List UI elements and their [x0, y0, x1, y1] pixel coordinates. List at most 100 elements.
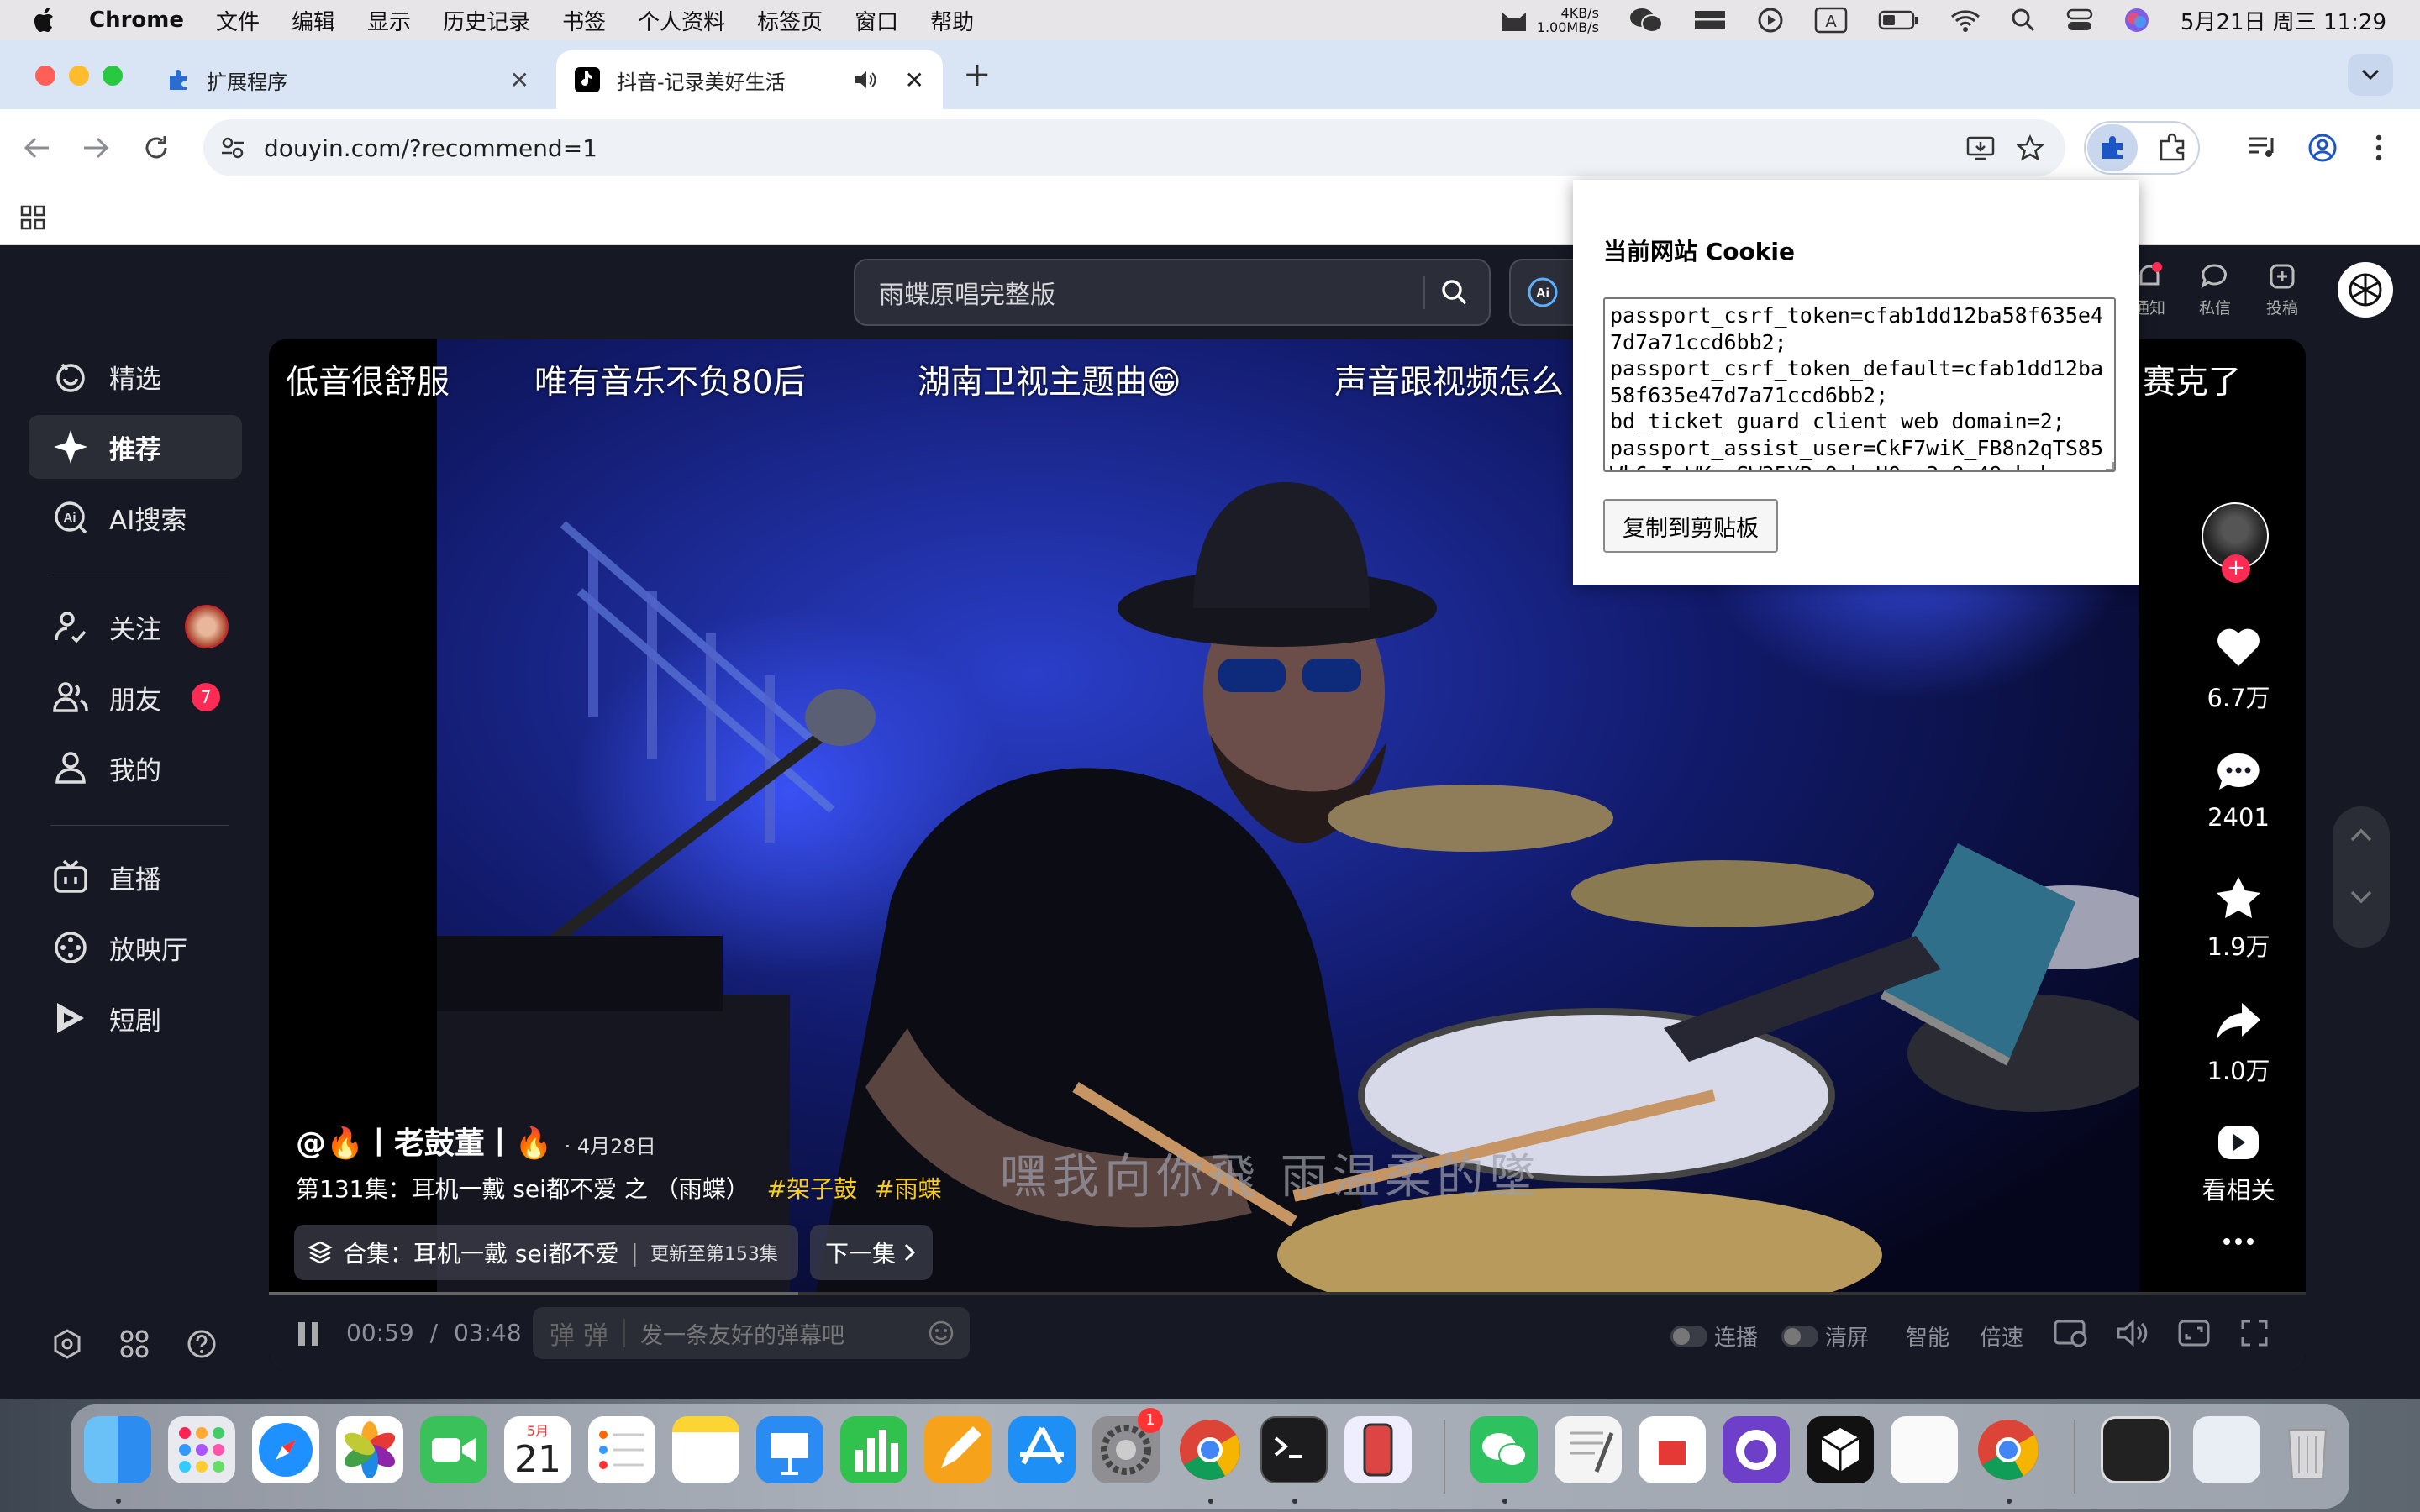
nav-follow[interactable]: 关注	[29, 595, 242, 659]
related-button[interactable]: 看相关	[2180, 1124, 2297, 1206]
help-icon[interactable]	[187, 1329, 217, 1359]
copy-to-clipboard-button[interactable]: 复制到剪贴板	[1603, 499, 1778, 553]
wifi-icon[interactable]	[1950, 8, 1981, 32]
next-episode-button[interactable]: 下一集	[810, 1225, 934, 1280]
battery-icon[interactable]	[1878, 9, 1920, 31]
bookmark-star-icon[interactable]	[2017, 134, 2044, 161]
numbers-icon[interactable]	[840, 1416, 908, 1483]
new-tab-button[interactable]: +	[963, 55, 992, 94]
tab-search-button[interactable]	[2348, 54, 2393, 96]
minimized-window-thumbnail[interactable]	[2101, 1416, 2171, 1483]
menu-file[interactable]: 文件	[216, 5, 260, 36]
close-window-button[interactable]	[35, 66, 55, 86]
hashtag[interactable]: #雨蝶	[875, 1175, 941, 1203]
back-button[interactable]	[22, 133, 52, 163]
share-button[interactable]: 1.0万	[2180, 1000, 2297, 1087]
chrome-app-icon[interactable]	[1975, 1416, 2042, 1483]
user-avatar[interactable]	[2338, 262, 2393, 318]
tab-extensions[interactable]: 扩展程序 ✕	[148, 50, 546, 109]
input-method-icon[interactable]: A	[1814, 7, 1848, 34]
nav-live[interactable]: 直播	[29, 845, 242, 909]
chevron-down-icon[interactable]	[2349, 889, 2373, 906]
reminders-icon[interactable]	[588, 1416, 655, 1483]
extensions-menu-icon[interactable]	[2158, 133, 2188, 163]
more-button[interactable]	[2180, 1236, 2297, 1247]
menu-app-name[interactable]: Chrome	[89, 8, 184, 33]
menu-help[interactable]: 帮助	[930, 5, 974, 36]
search-icon[interactable]	[1440, 278, 1469, 307]
menu-history[interactable]: 历史记录	[443, 5, 530, 36]
menu-profiles[interactable]: 个人资料	[638, 5, 725, 36]
chrome-menu-icon[interactable]	[2375, 133, 2383, 163]
cookie-textarea[interactable]: passport_csrf_token=cfab1dd12ba58f635e47…	[1603, 297, 2116, 472]
like-button[interactable]: 6.7万	[2180, 627, 2297, 714]
url-text[interactable]: douyin.com/?recommend=1	[264, 134, 597, 162]
apps-icon[interactable]	[119, 1329, 150, 1359]
menu-edit[interactable]: 编辑	[292, 5, 335, 36]
speed-button[interactable]: 倍速	[1980, 1320, 2023, 1352]
wechat-app-icon[interactable]	[1470, 1416, 1538, 1483]
comment-button[interactable]: 2401	[2180, 751, 2297, 832]
nav-recommend[interactable]: 推荐	[29, 415, 242, 479]
network-speed[interactable]: 4KB/s 1.00MB/s	[1537, 6, 1599, 34]
launchpad-icon[interactable]	[168, 1416, 235, 1483]
menu-bookmarks[interactable]: 书签	[562, 5, 606, 36]
search-box[interactable]: 雨蝶原唱完整版	[854, 259, 1491, 326]
danmu-settings-icon[interactable]: 弹	[583, 1315, 608, 1352]
nav-ai-search[interactable]: Ai AI搜索	[29, 486, 242, 549]
favorite-button[interactable]: 1.9万	[2180, 875, 2297, 963]
textedit-icon[interactable]	[1555, 1416, 1622, 1483]
forward-button[interactable]	[81, 133, 111, 163]
nav-theater[interactable]: 放映厅	[29, 916, 242, 979]
siri-icon[interactable]	[2123, 7, 2150, 34]
upload-button[interactable]: 投稿	[2257, 262, 2307, 318]
control-center-icon[interactable]	[2066, 8, 2093, 33]
danmu-toggle-icon[interactable]: 弹	[550, 1315, 575, 1352]
photos-icon[interactable]	[336, 1416, 403, 1483]
wechat-icon[interactable]	[1629, 7, 1663, 34]
danmu-input-box[interactable]: 弹 弹 发一条友好的弹幕吧	[533, 1307, 970, 1359]
speaker-icon[interactable]	[854, 69, 877, 91]
terminal-icon[interactable]	[1260, 1416, 1328, 1483]
clear-screen-toggle[interactable]: 清屏	[1781, 1320, 1869, 1352]
toggle-switch[interactable]	[1781, 1325, 1818, 1347]
notes-icon[interactable]	[672, 1416, 739, 1483]
danmu-input[interactable]: 发一条友好的弹幕吧	[640, 1317, 844, 1350]
app-store-icon[interactable]	[1008, 1416, 1076, 1483]
author-name[interactable]: @🔥丨老鼓董丨🔥	[296, 1119, 553, 1163]
toggle-switch[interactable]	[1670, 1325, 1707, 1347]
web-fullscreen-icon[interactable]	[2178, 1319, 2210, 1347]
nav-me[interactable]: 我的	[29, 736, 242, 800]
collection-chip[interactable]: 合集：耳机一戴 sei都不爱 | 更新至第153集	[294, 1225, 798, 1280]
fullscreen-icon[interactable]	[2240, 1319, 2269, 1347]
trash-icon[interactable]	[2274, 1416, 2341, 1483]
textarea-resize-handle[interactable]	[2106, 462, 2114, 470]
iphone-mirroring-icon[interactable]	[1344, 1416, 1412, 1483]
emoji-icon[interactable]	[928, 1320, 955, 1347]
nav-featured[interactable]: 精选	[29, 344, 242, 408]
hashtag[interactable]: #架子鼓	[767, 1175, 857, 1203]
site-info-icon[interactable]	[220, 135, 245, 160]
close-tab-icon[interactable]: ✕	[510, 66, 529, 94]
address-bar[interactable]: douyin.com/?recommend=1	[203, 119, 2065, 176]
drive-icon[interactable]	[1693, 8, 1727, 33]
settings-icon[interactable]	[52, 1329, 82, 1359]
active-extension-icon[interactable]	[2087, 124, 2138, 171]
menu-window[interactable]: 窗口	[855, 5, 898, 36]
facetime-icon[interactable]	[420, 1416, 487, 1483]
nav-short-drama[interactable]: 短剧	[29, 986, 242, 1050]
menu-tab[interactable]: 标签页	[757, 5, 823, 36]
safari-icon[interactable]	[252, 1416, 319, 1483]
install-app-icon[interactable]	[1966, 135, 1995, 160]
blank-document-icon[interactable]	[1891, 1416, 1958, 1483]
spotlight-icon[interactable]	[2011, 8, 2036, 33]
reload-button[interactable]	[141, 133, 171, 163]
clock[interactable]: 5月21日 周三 11:29	[2181, 5, 2386, 36]
nav-friends[interactable]: 朋友 7	[29, 665, 242, 729]
pip-icon[interactable]	[2054, 1319, 2087, 1347]
media-controls-icon[interactable]	[2247, 134, 2277, 161]
calendar-icon[interactable]: 5月 21	[504, 1416, 571, 1483]
play-circle-icon[interactable]	[1757, 7, 1784, 34]
messages-button[interactable]: 私信	[2190, 262, 2240, 318]
preview-pdf-icon[interactable]	[1639, 1416, 1706, 1483]
